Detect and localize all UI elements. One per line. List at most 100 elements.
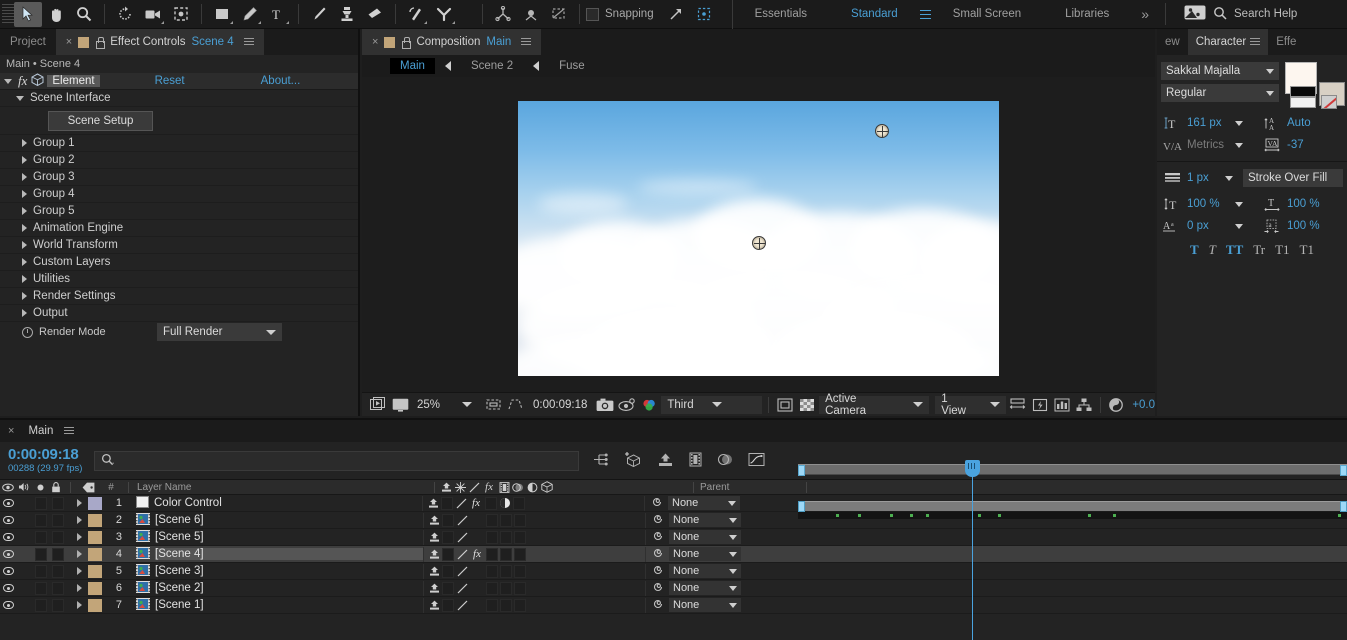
layer-visibility-toggle[interactable]: [0, 533, 16, 541]
breadcrumb-back-icon-1[interactable]: [444, 61, 451, 71]
chevron-right-icon-10[interactable]: [22, 309, 27, 317]
stroke-width-value[interactable]: 1 px: [1187, 172, 1221, 184]
search-icon[interactable]: [1213, 6, 1227, 23]
hide-shy-layers-icon[interactable]: [657, 452, 674, 470]
layer-frame-blend-switch[interactable]: [485, 564, 499, 578]
layer-shy-switch[interactable]: [426, 498, 440, 508]
layer-frame-blend-switch[interactable]: [485, 530, 499, 544]
table-row[interactable]: 7 [Scene 1] fx None: [0, 597, 1347, 614]
layer-name[interactable]: [Scene 5]: [155, 531, 423, 543]
layer-solo-toggle[interactable]: [32, 581, 49, 595]
composition-canvas[interactable]: [518, 101, 999, 376]
parent-pickwhip-icon[interactable]: [652, 530, 664, 545]
exposure-icon[interactable]: [1106, 395, 1126, 415]
layer-collapse-switch[interactable]: [441, 581, 455, 595]
layer-3d-switch[interactable]: [513, 513, 527, 527]
main-viewer-icon[interactable]: [390, 395, 410, 415]
layer-motion-blur-switch[interactable]: [499, 547, 513, 561]
layer-motion-blur-switch[interactable]: [499, 564, 513, 578]
layer-frame-blend-switch[interactable]: [484, 496, 498, 510]
workspace-standard[interactable]: Standard: [829, 8, 920, 20]
layer-3d-switch[interactable]: [513, 564, 527, 578]
work-area-strip-end-handle[interactable]: [1340, 501, 1347, 512]
work-area-strip[interactable]: [798, 501, 1347, 512]
layer-label-swatch[interactable]: [86, 547, 104, 561]
chevron-right-icon-0[interactable]: [22, 139, 27, 147]
snapping-bracket-icon[interactable]: [690, 2, 718, 27]
current-time-display[interactable]: 0:00:09:18 00288 (29.97 fps): [8, 446, 82, 474]
work-area-bar[interactable]: [798, 464, 1347, 476]
layer-quality-switch[interactable]: [455, 532, 469, 543]
layer-lock-toggle[interactable]: [49, 496, 66, 510]
layer-label-swatch[interactable]: [86, 530, 104, 544]
layer-name[interactable]: Color Control: [154, 497, 422, 509]
layer-motion-blur-switch[interactable]: [499, 581, 513, 595]
group-row-3[interactable]: Group 4: [0, 186, 358, 203]
workspace-essentials[interactable]: Essentials: [733, 8, 829, 20]
zoom-level-dropdown[interactable]: 25%: [412, 396, 477, 414]
panel-menu-icon-character[interactable]: [1250, 38, 1261, 46]
parent-pickwhip-icon[interactable]: [652, 513, 664, 528]
font-family-dropdown[interactable]: Sakkal Majalla: [1161, 62, 1279, 80]
chevron-down-icon-vertical-scale[interactable]: [1235, 201, 1243, 207]
about-link[interactable]: About...: [261, 75, 301, 87]
layer-parent-cell[interactable]: None: [652, 547, 741, 562]
work-area-end-handle[interactable]: [1340, 465, 1347, 476]
layer-name[interactable]: [Scene 2]: [155, 582, 423, 594]
layer-name[interactable]: [Scene 3]: [155, 565, 423, 577]
close-icon[interactable]: ×: [66, 36, 72, 48]
layer-frame-blend-switch[interactable]: [485, 581, 499, 595]
layer-quality-switch[interactable]: [455, 583, 469, 594]
layer-label-swatch[interactable]: [86, 598, 104, 612]
breadcrumb-back-icon-2[interactable]: [533, 61, 540, 71]
grid-guides-icon[interactable]: [505, 395, 525, 415]
layer-shy-switch[interactable]: [427, 549, 441, 559]
parent-dropdown[interactable]: None: [669, 547, 741, 561]
chevron-right-icon-6[interactable]: [22, 241, 27, 249]
tsume-value[interactable]: 100 %: [1287, 220, 1320, 232]
layer-visibility-toggle[interactable]: [0, 567, 16, 575]
layer-motion-blur-switch[interactable]: [499, 513, 513, 527]
layer-lock-toggle[interactable]: [49, 547, 66, 561]
workspace-libraries[interactable]: Libraries: [1043, 8, 1131, 20]
table-row[interactable]: 6 [Scene 2] fx None: [0, 580, 1347, 597]
layer-name[interactable]: [Scene 6]: [155, 514, 423, 526]
layer-name[interactable]: [Scene 4]: [155, 548, 423, 560]
layer-expand-toggle[interactable]: [72, 567, 86, 575]
camera-dropdown[interactable]: Active Camera: [819, 393, 930, 417]
layer-solo-toggle[interactable]: [32, 547, 49, 561]
workspace-small-screen[interactable]: Small Screen: [931, 8, 1043, 20]
chevron-right-icon-7[interactable]: [22, 258, 27, 266]
breadcrumb-scene-2[interactable]: Scene 2: [461, 58, 523, 74]
group-row-10[interactable]: Output: [0, 305, 358, 322]
layer-lock-toggle[interactable]: [49, 564, 66, 578]
layer-label-swatch[interactable]: [86, 581, 104, 595]
region-of-interest-icon[interactable]: [483, 395, 503, 415]
fast-previews-icon[interactable]: [1030, 395, 1050, 415]
layer-visibility-toggle[interactable]: [0, 516, 16, 524]
layer-3d-switch[interactable]: [513, 581, 527, 595]
parent-pickwhip-icon[interactable]: [652, 581, 664, 596]
all-caps-button[interactable]: TT: [1226, 242, 1243, 258]
layer-quality-switch[interactable]: [455, 600, 469, 611]
table-row[interactable]: 4 [Scene 4] fx None: [0, 546, 1347, 563]
work-area-strip-start-handle[interactable]: [798, 501, 805, 512]
brush-tool-icon[interactable]: [305, 2, 333, 27]
layer-quality-switch[interactable]: [455, 515, 469, 526]
lock-icon[interactable]: [95, 37, 106, 49]
parent-dropdown[interactable]: None: [668, 496, 740, 510]
layer-expand-toggle[interactable]: [72, 499, 86, 507]
graph-editor-icon[interactable]: [748, 452, 765, 470]
layer-3d-switch[interactable]: [512, 496, 526, 510]
roto-brush-tool-icon[interactable]: [402, 2, 430, 27]
group-row-1[interactable]: Group 2: [0, 152, 358, 169]
breadcrumb-main[interactable]: Main: [390, 58, 435, 74]
search-help-label[interactable]: Search Help: [1234, 8, 1297, 20]
layer-parent-cell[interactable]: None: [652, 581, 741, 596]
work-area-start-handle[interactable]: [798, 465, 805, 476]
group-row-9[interactable]: Render Settings: [0, 288, 358, 305]
faux-bold-button[interactable]: T: [1190, 242, 1199, 258]
chevron-right-icon-9[interactable]: [22, 292, 27, 300]
chevron-down-icon-stroke-width[interactable]: [1225, 175, 1233, 181]
parent-dropdown[interactable]: None: [669, 581, 741, 595]
